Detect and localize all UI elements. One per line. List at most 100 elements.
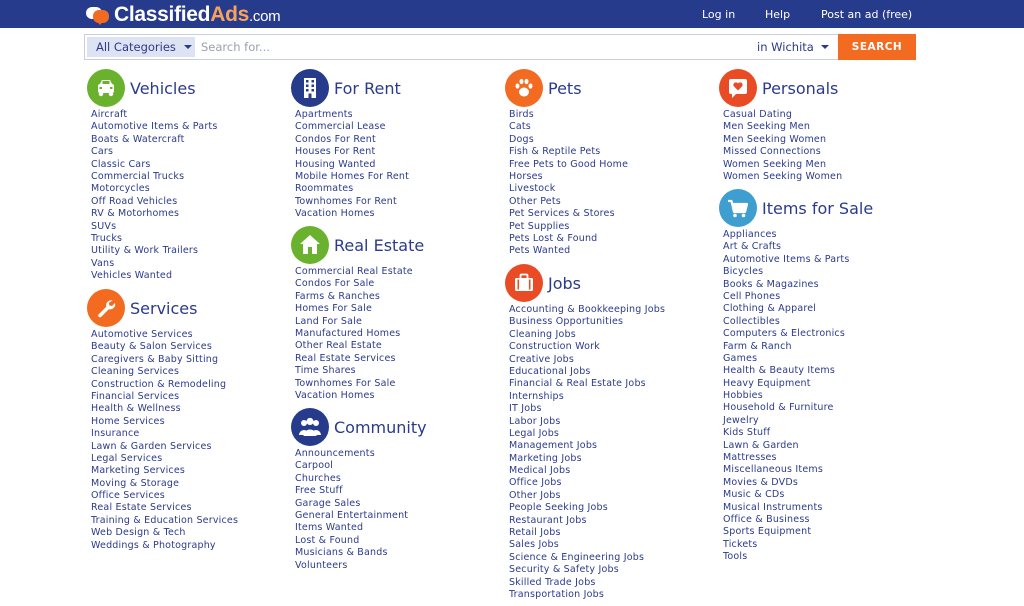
category-link[interactable]: Medical Jobs bbox=[509, 465, 665, 477]
category-link[interactable]: Commercial Trucks bbox=[91, 171, 218, 183]
location-select[interactable]: in Wichita bbox=[757, 37, 829, 57]
category-link[interactable]: People Seeking Jobs bbox=[509, 502, 665, 514]
category-link[interactable]: Trucks bbox=[91, 233, 218, 245]
category-link[interactable]: Livestock bbox=[509, 183, 628, 195]
category-link[interactable]: Other Pets bbox=[509, 196, 628, 208]
category-link[interactable]: Condos For Sale bbox=[295, 278, 424, 290]
category-link[interactable]: Games bbox=[723, 353, 873, 365]
category-link[interactable]: Cars bbox=[91, 146, 218, 158]
category-title-pets[interactable]: Pets bbox=[548, 79, 582, 98]
category-link[interactable]: Tickets bbox=[723, 539, 873, 551]
category-link[interactable]: Art & Crafts bbox=[723, 241, 873, 253]
cart-icon[interactable] bbox=[719, 189, 757, 227]
category-title-jobs[interactable]: Jobs bbox=[548, 274, 581, 293]
category-link[interactable]: Management Jobs bbox=[509, 440, 665, 452]
search-button[interactable]: SEARCH bbox=[838, 34, 916, 60]
category-title-for-rent[interactable]: For Rent bbox=[334, 79, 401, 98]
category-link[interactable]: Utility & Work Trailers bbox=[91, 245, 218, 257]
category-link[interactable]: Heavy Equipment bbox=[723, 378, 873, 390]
category-title-personals[interactable]: Personals bbox=[762, 79, 838, 98]
category-link[interactable]: Educational Jobs bbox=[509, 366, 665, 378]
category-link[interactable]: Books & Magazines bbox=[723, 279, 873, 291]
category-link[interactable]: Automotive Services bbox=[91, 329, 238, 341]
category-link[interactable]: General Entertainment bbox=[295, 510, 427, 522]
category-link[interactable]: Boats & Watercraft bbox=[91, 134, 218, 146]
category-link[interactable]: Houses For Rent bbox=[295, 146, 409, 158]
category-link[interactable]: Marketing Jobs bbox=[509, 453, 665, 465]
wrench-icon[interactable] bbox=[87, 289, 125, 327]
category-link[interactable]: Jewelry bbox=[723, 415, 873, 427]
category-link[interactable]: Apartments bbox=[295, 109, 409, 121]
category-link[interactable]: Financial & Real Estate Jobs bbox=[509, 378, 665, 390]
people-icon[interactable] bbox=[291, 408, 329, 446]
category-link[interactable]: Dogs bbox=[509, 134, 628, 146]
category-link[interactable]: Volunteers bbox=[295, 560, 427, 572]
category-link[interactable]: Cats bbox=[509, 121, 628, 133]
category-link[interactable]: Cleaning Services bbox=[91, 366, 238, 378]
category-link[interactable]: Manufactured Homes bbox=[295, 328, 424, 340]
category-link[interactable]: Beauty & Salon Services bbox=[91, 341, 238, 353]
category-link[interactable]: Farms & Ranches bbox=[295, 291, 424, 303]
category-link[interactable]: Insurance bbox=[91, 428, 238, 440]
category-link[interactable]: Farm & Ranch bbox=[723, 341, 873, 353]
category-link[interactable]: Real Estate Services bbox=[91, 502, 238, 514]
category-link[interactable]: Lost & Found bbox=[295, 535, 427, 547]
category-link[interactable]: Time Shares bbox=[295, 365, 424, 377]
category-link[interactable]: Kids Stuff bbox=[723, 427, 873, 439]
category-link[interactable]: Office Jobs bbox=[509, 477, 665, 489]
category-link[interactable]: Vacation Homes bbox=[295, 208, 409, 220]
search-input[interactable] bbox=[201, 37, 721, 57]
category-link[interactable]: Tools bbox=[723, 551, 873, 563]
category-link[interactable]: Labor Jobs bbox=[509, 416, 665, 428]
category-link[interactable]: Vacation Homes bbox=[295, 390, 424, 402]
category-link[interactable]: RV & Motorhomes bbox=[91, 208, 218, 220]
category-link[interactable]: Condos For Rent bbox=[295, 134, 409, 146]
category-link[interactable]: Missed Connections bbox=[723, 146, 842, 158]
category-link[interactable]: Townhomes For Sale bbox=[295, 378, 424, 390]
category-link[interactable]: Cleaning Jobs bbox=[509, 329, 665, 341]
category-link[interactable]: Aircraft bbox=[91, 109, 218, 121]
category-link[interactable]: Mobile Homes For Rent bbox=[295, 171, 409, 183]
category-link[interactable]: Birds bbox=[509, 109, 628, 121]
briefcase-icon[interactable] bbox=[505, 264, 543, 302]
category-link[interactable]: Computers & Electronics bbox=[723, 328, 873, 340]
category-title-real-estate[interactable]: Real Estate bbox=[334, 236, 424, 255]
category-link[interactable]: Women Seeking Women bbox=[723, 171, 842, 183]
login-link[interactable]: Log in bbox=[702, 0, 735, 28]
category-link[interactable]: Men Seeking Men bbox=[723, 121, 842, 133]
category-link[interactable]: Mattresses bbox=[723, 452, 873, 464]
category-link[interactable]: Hobbies bbox=[723, 390, 873, 402]
category-link[interactable]: Internships bbox=[509, 391, 665, 403]
category-link[interactable]: Clothing & Apparel bbox=[723, 303, 873, 315]
category-link[interactable]: Women Seeking Men bbox=[723, 159, 842, 171]
category-link[interactable]: Skilled Trade Jobs bbox=[509, 577, 665, 589]
category-link[interactable]: Training & Education Services bbox=[91, 515, 238, 527]
category-link[interactable]: Casual Dating bbox=[723, 109, 842, 121]
category-link[interactable]: Land For Sale bbox=[295, 316, 424, 328]
category-link[interactable]: Off Road Vehicles bbox=[91, 196, 218, 208]
category-link[interactable]: Homes For Sale bbox=[295, 303, 424, 315]
category-link[interactable]: Townhomes For Rent bbox=[295, 196, 409, 208]
category-link[interactable]: Vans bbox=[91, 258, 218, 270]
category-link[interactable]: Miscellaneous Items bbox=[723, 464, 873, 476]
category-link[interactable]: Pets Lost & Found bbox=[509, 233, 628, 245]
category-link[interactable]: Musicians & Bands bbox=[295, 547, 427, 559]
category-link[interactable]: Other Real Estate bbox=[295, 340, 424, 352]
building-icon[interactable] bbox=[291, 69, 329, 107]
category-link[interactable]: Horses bbox=[509, 171, 628, 183]
category-link[interactable]: Security & Safety Jobs bbox=[509, 564, 665, 576]
category-link[interactable]: Health & Beauty Items bbox=[723, 365, 873, 377]
category-link[interactable]: Sports Equipment bbox=[723, 526, 873, 538]
category-link[interactable]: Science & Engineering Jobs bbox=[509, 552, 665, 564]
category-link[interactable]: Lawn & Garden bbox=[723, 440, 873, 452]
category-link[interactable]: Caregivers & Baby Sitting bbox=[91, 354, 238, 366]
category-link[interactable]: Legal Services bbox=[91, 453, 238, 465]
category-link[interactable]: Men Seeking Women bbox=[723, 134, 842, 146]
category-link[interactable]: Movies & DVDs bbox=[723, 477, 873, 489]
category-link[interactable]: Financial Services bbox=[91, 391, 238, 403]
help-link[interactable]: Help bbox=[765, 0, 790, 28]
category-link[interactable]: Free Stuff bbox=[295, 485, 427, 497]
category-link[interactable]: Carpool bbox=[295, 460, 427, 472]
category-link[interactable]: Pet Supplies bbox=[509, 221, 628, 233]
category-link[interactable]: Legal Jobs bbox=[509, 428, 665, 440]
